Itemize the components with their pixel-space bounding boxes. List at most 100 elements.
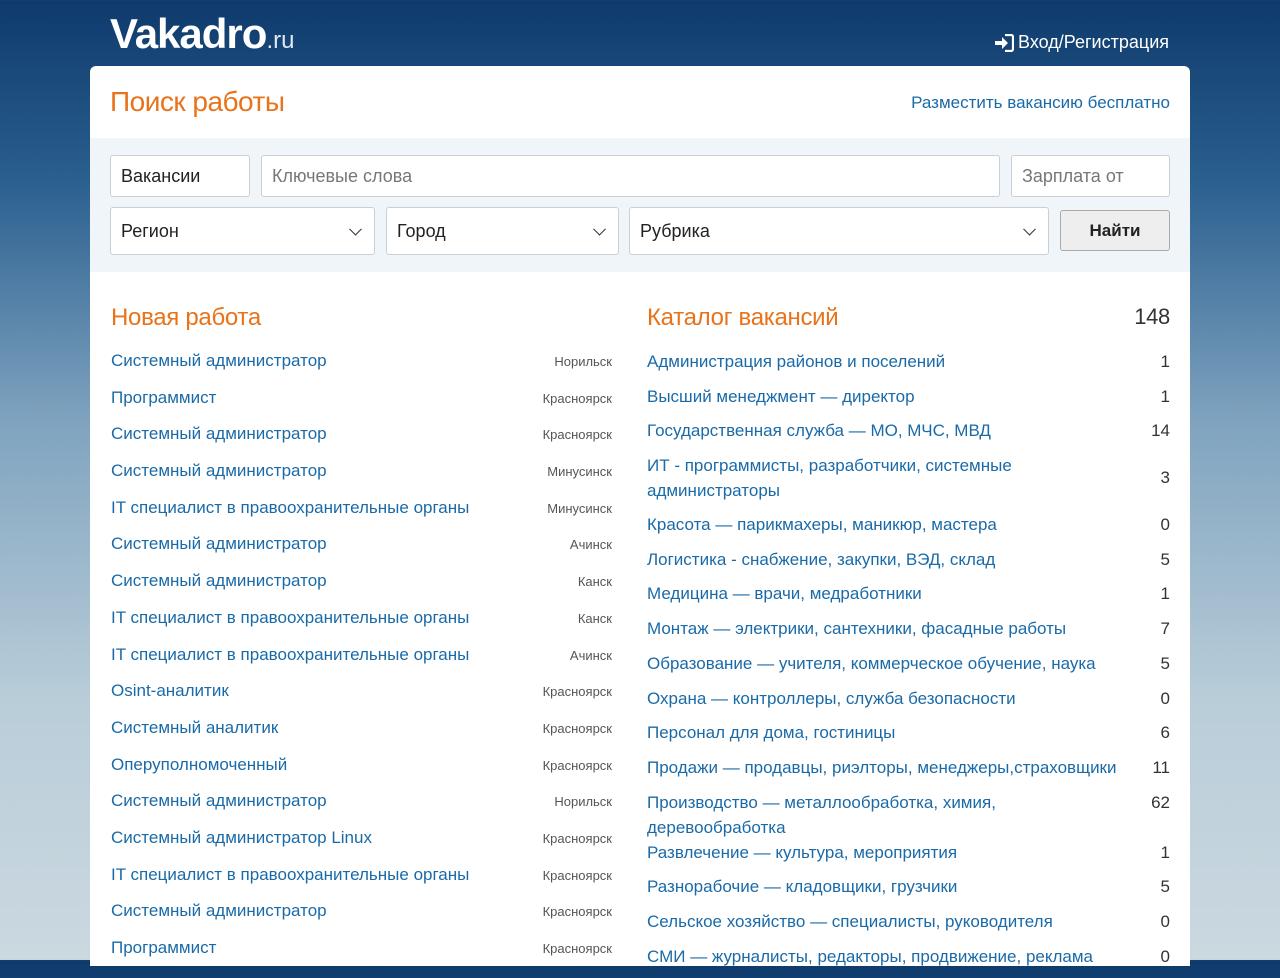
catalog-category-link[interactable]: Персонал для дома, гостиницы <box>647 720 1120 745</box>
logo-main-text: Vakadro <box>110 10 267 57</box>
job-list-item[interactable]: Системный администратор Норильск <box>111 351 612 388</box>
job-list-item[interactable]: Оперуполномоченный Красноярск <box>111 755 612 792</box>
job-title-link[interactable]: Системный администратор <box>111 534 327 554</box>
catalog-list-item[interactable]: Развлечение — культура, мероприятия 1 <box>647 840 1170 875</box>
salary-placeholder: Зарплата от <box>1022 165 1124 186</box>
job-list-item[interactable]: Системный администратор Канск <box>111 571 612 608</box>
catalog-list-item[interactable]: Монтаж — электрики, сантехники, фасадные… <box>647 616 1170 651</box>
job-list-item[interactable]: Osint-аналитик Красноярск <box>111 681 612 718</box>
job-city: Канск <box>577 610 612 626</box>
job-list-item[interactable]: IT специалист в правоохранительные орган… <box>111 645 612 682</box>
catalog-category-count: 3 <box>1160 468 1170 488</box>
catalog-category-link[interactable]: Продажи — продавцы, риэлторы, менеджеры,… <box>647 755 1120 780</box>
catalog-list-item[interactable]: Производство — металлообработка, химия, … <box>647 790 1170 840</box>
job-list-item[interactable]: Системный администратор Красноярск <box>111 424 612 461</box>
main-card: Поиск работы Разместить вакансию бесплат… <box>90 66 1190 966</box>
catalog-category-count: 6 <box>1160 723 1170 743</box>
login-register-link[interactable]: Вход/Регистрация <box>994 32 1169 53</box>
job-list-item[interactable]: Системный администратор Красноярск <box>111 901 612 938</box>
job-list-item[interactable]: IT специалист в правоохранительные орган… <box>111 608 612 645</box>
catalog-list-item[interactable]: Государственная служба — МО, МЧС, МВД 14 <box>647 418 1170 453</box>
job-title-link[interactable]: IT специалист в правоохранительные орган… <box>111 608 469 628</box>
catalog-category-link[interactable]: Логистика - снабжение, закупки, ВЭД, скл… <box>647 547 1120 572</box>
job-list-item[interactable]: Системный аналитик Красноярск <box>111 718 612 755</box>
job-title-link[interactable]: IT специалист в правоохранительные орган… <box>111 865 469 885</box>
job-city: Норильск <box>554 354 612 369</box>
catalog-category-link[interactable]: Высший менеджмент — директор <box>647 384 1120 409</box>
job-title-link[interactable]: Программист <box>111 388 216 408</box>
catalog-category-link[interactable]: ИТ - программисты, разработчики, системн… <box>647 453 1120 503</box>
job-title-link[interactable]: Osint-аналитик <box>111 681 229 701</box>
job-list-item[interactable]: Программист Красноярск <box>111 388 612 425</box>
job-title-link[interactable]: Системный администратор <box>111 461 327 481</box>
job-list-item[interactable]: Системный администратор Норильск <box>111 791 612 828</box>
catalog-list-item[interactable]: Охрана — контроллеры, служба безопасност… <box>647 686 1170 721</box>
job-title-link[interactable]: Системный администратор <box>111 351 327 371</box>
catalog-list-item[interactable]: Образование — учителя, коммерческое обуч… <box>647 651 1170 686</box>
site-logo[interactable]: Vakadro.ru <box>110 10 294 58</box>
category-select-label: Рубрика <box>640 220 710 241</box>
catalog-category-link[interactable]: Производство — металлообработка, химия, … <box>647 790 1120 840</box>
catalog-list-item[interactable]: Высший менеджмент — директор 1 <box>647 384 1170 419</box>
search-panel: Вакансии Ключевые слова Зарплата от Реги… <box>90 138 1190 272</box>
search-type-select[interactable]: Вакансии <box>110 155 250 197</box>
job-title-link[interactable]: Оперуполномоченный <box>111 755 287 775</box>
job-city: Красноярск <box>542 867 612 883</box>
catalog-category-link[interactable]: Образование — учителя, коммерческое обуч… <box>647 651 1120 676</box>
job-title-link[interactable]: Системный администратор <box>111 901 327 921</box>
catalog-category-link[interactable]: Администрация районов и поселений <box>647 349 1120 374</box>
keywords-input[interactable]: Ключевые слова <box>261 155 1000 197</box>
catalog-category-link[interactable]: Государственная служба — МО, МЧС, МВД <box>647 418 1120 443</box>
catalog-category-link[interactable]: Разнорабочие — кладовщики, грузчики <box>647 874 1120 899</box>
catalog-list-item[interactable]: Продажи — продавцы, риэлторы, менеджеры,… <box>647 755 1170 790</box>
job-title-link[interactable]: Программист <box>111 938 216 958</box>
catalog-list-item[interactable]: Красота — парикмахеры, маникюр, мастера 0 <box>647 512 1170 547</box>
catalog-list-item[interactable]: Персонал для дома, гостиницы 6 <box>647 720 1170 755</box>
search-type-value: Вакансии <box>121 165 201 186</box>
job-list-item[interactable]: Системный администратор Linux Красноярск <box>111 828 612 865</box>
catalog-list-item[interactable]: Администрация районов и поселений 1 <box>647 349 1170 384</box>
catalog-category-count: 7 <box>1160 619 1170 639</box>
catalog-category-count: 5 <box>1160 877 1170 897</box>
catalog-list-item[interactable]: Логистика - снабжение, закупки, ВЭД, скл… <box>647 547 1170 582</box>
job-list-item[interactable]: IT специалист в правоохранительные орган… <box>111 498 612 535</box>
job-title-link[interactable]: Системный администратор <box>111 571 327 591</box>
catalog-category-link[interactable]: Монтаж — электрики, сантехники, фасадные… <box>647 616 1120 641</box>
post-vacancy-link[interactable]: Разместить вакансию бесплатно <box>911 93 1170 113</box>
job-title-link[interactable]: Системный администратор <box>111 424 327 444</box>
catalog-category-count: 62 <box>1151 792 1170 812</box>
catalog-category-count: 11 <box>1152 757 1170 777</box>
catalog-category-count: 1 <box>1160 584 1170 604</box>
job-list-item[interactable]: IT специалист в правоохранительные орган… <box>111 865 612 902</box>
catalog-list-item[interactable]: СМИ — журналисты, редакторы, продвижение… <box>647 944 1170 978</box>
chevron-down-icon <box>593 222 606 236</box>
job-list-item[interactable]: Программист Красноярск <box>111 938 612 975</box>
catalog-list-item[interactable]: ИТ - программисты, разработчики, системн… <box>647 453 1170 512</box>
catalog-list-item[interactable]: Медицина — врачи, медработники 1 <box>647 581 1170 616</box>
job-list-item[interactable]: Системный администратор Минусинск <box>111 461 612 498</box>
catalog-category-link[interactable]: Красота — парикмахеры, маникюр, мастера <box>647 512 1120 537</box>
job-city: Минусинск <box>547 464 612 480</box>
catalog-category-link[interactable]: Медицина — врачи, медработники <box>647 581 1120 606</box>
job-city: Ачинск <box>569 537 612 553</box>
job-title-link[interactable]: Системный аналитик <box>111 718 278 738</box>
job-title-link[interactable]: Системный администратор Linux <box>111 828 372 848</box>
catalog-section: Каталог вакансий 148 Администрация район… <box>647 304 1170 966</box>
job-city: Красноярск <box>542 757 612 773</box>
catalog-category-link[interactable]: СМИ — журналисты, редакторы, продвижение… <box>647 944 1120 969</box>
salary-input[interactable]: Зарплата от <box>1011 155 1170 197</box>
catalog-category-link[interactable]: Охрана — контроллеры, служба безопасност… <box>647 686 1120 711</box>
job-list-item[interactable]: Системный администратор Ачинск <box>111 534 612 571</box>
city-select[interactable]: Город <box>386 207 619 255</box>
region-select[interactable]: Регион <box>110 207 375 255</box>
catalog-category-link[interactable]: Развлечение — культура, мероприятия <box>647 840 1120 865</box>
catalog-list-item[interactable]: Сельское хозяйство — специалисты, руково… <box>647 909 1170 944</box>
category-select[interactable]: Рубрика <box>629 207 1049 255</box>
search-submit-button[interactable]: Найти <box>1060 210 1170 251</box>
job-title-link[interactable]: Системный администратор <box>111 791 327 811</box>
catalog-list-item[interactable]: Разнорабочие — кладовщики, грузчики 5 <box>647 874 1170 909</box>
job-title-link[interactable]: IT специалист в правоохранительные орган… <box>111 645 469 665</box>
job-title-link[interactable]: IT специалист в правоохранительные орган… <box>111 498 469 518</box>
catalog-category-count: 0 <box>1160 688 1170 708</box>
catalog-category-link[interactable]: Сельское хозяйство — специалисты, руково… <box>647 909 1120 934</box>
